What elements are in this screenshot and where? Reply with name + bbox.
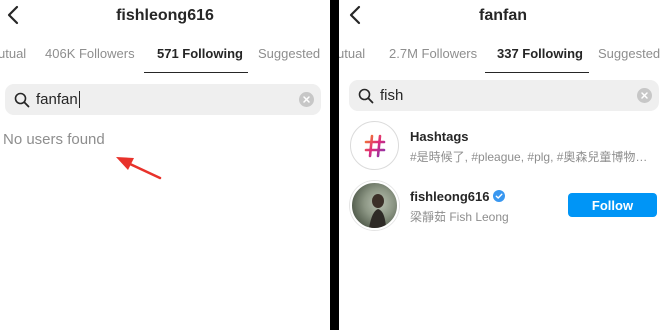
result-subtitle: 梁靜茹 Fish Leong [410,210,509,224]
page-title: fanfan [479,7,527,24]
search-icon [14,92,30,108]
right-screen: fanfan utual 2.7M Followers 337 Followin… [339,0,667,330]
result-name: Hashtags [410,129,469,144]
tab-suggested[interactable]: Suggested [598,46,660,61]
tab-suggested[interactable]: Suggested [258,46,320,61]
search-icon [358,88,374,104]
search-input[interactable]: fish [349,80,659,111]
red-arrow-icon [116,157,162,180]
text-cursor [78,91,80,109]
search-value: fish [380,87,404,104]
tab-followers[interactable]: 406K Followers [45,46,135,61]
follow-tabs: utual 406K Followers 571 Following Sugge… [0,34,330,74]
result-name: fishleong616 [410,189,506,204]
hashtag-icon [350,121,399,170]
avatar[interactable] [350,181,399,230]
profile-header: fanfan [339,0,667,34]
result-subtitle: #是時候了, #pleague, #plg, #奧森兒童博物… [410,150,648,164]
username: fishleong616 [410,189,490,204]
tab-following[interactable]: 571 Following [157,46,243,61]
clear-search-icon[interactable] [299,92,314,107]
list-item-hashtags[interactable]: Hashtags #是時候了, #pleague, #plg, #奧森兒童博物… [350,121,657,171]
search-value: fanfan [36,90,78,108]
tab-mutual[interactable]: utual [0,46,26,61]
panel-divider [330,0,339,330]
clear-search-icon[interactable] [637,88,652,103]
left-screen: fishleong616 utual 406K Followers 571 Fo… [0,0,330,330]
tab-following[interactable]: 337 Following [497,46,583,61]
active-tab-indicator [144,72,248,73]
page-title: fishleong616 [116,7,214,24]
follow-tabs: utual 2.7M Followers 337 Following Sugge… [339,34,667,74]
tab-mutual[interactable]: utual [339,46,365,61]
verified-badge-icon [493,190,506,202]
tab-followers[interactable]: 2.7M Followers [389,46,477,61]
active-tab-indicator [485,72,589,73]
follow-button[interactable]: Follow [568,193,657,217]
list-item-user[interactable]: fishleong616 梁靜茹 Fish Leong Follow [350,181,657,231]
search-input[interactable]: fanfan [5,84,321,115]
profile-header: fishleong616 [0,0,330,34]
no-results-message: No users found [3,131,105,148]
